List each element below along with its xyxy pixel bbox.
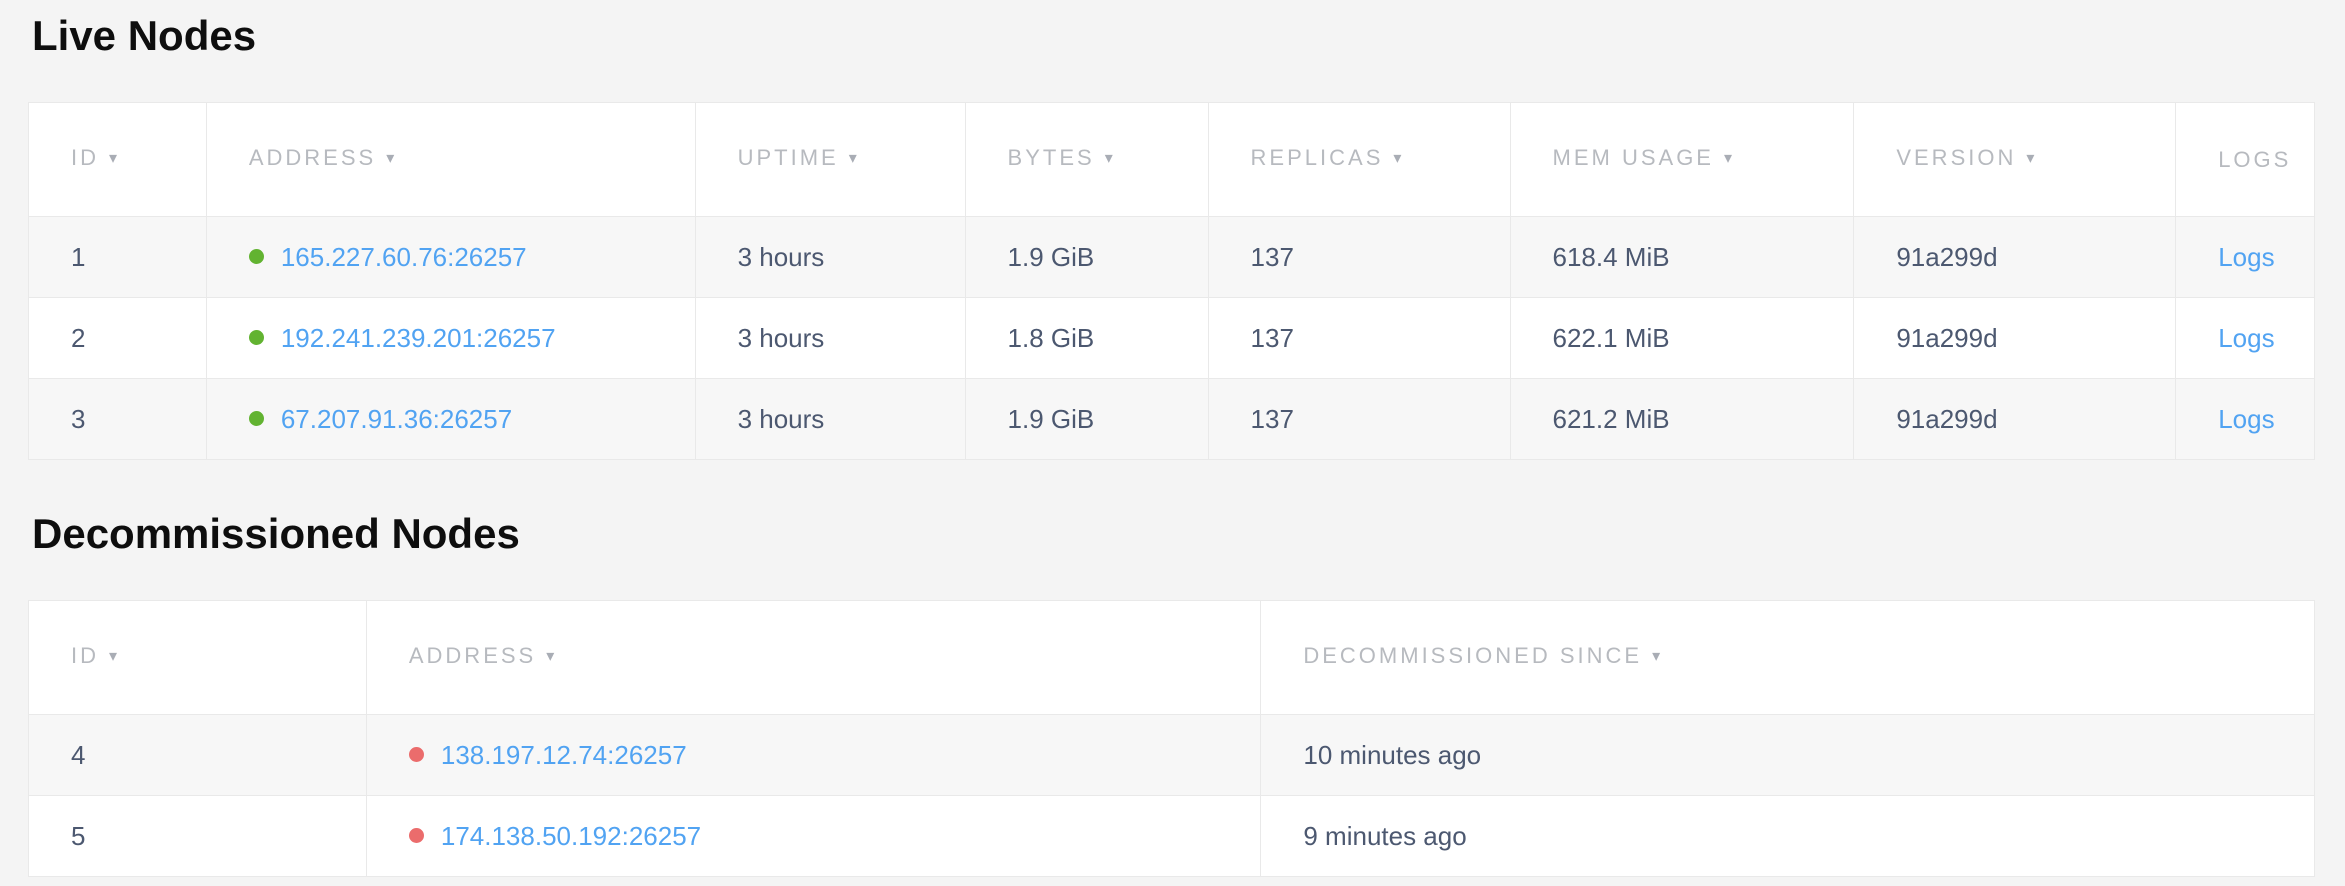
node-mem-usage-cell: 622.1 MiB xyxy=(1510,298,1854,379)
logs-link[interactable]: Logs xyxy=(2218,242,2274,272)
column-header-id[interactable]: ID ▾ xyxy=(29,601,367,715)
decommissioned-status-icon xyxy=(409,828,424,843)
node-version-cell: 91a299d xyxy=(1854,298,2176,379)
column-header-label: Version xyxy=(1896,145,2016,170)
column-header-bytes[interactable]: Bytes ▾ xyxy=(965,103,1208,217)
column-header-version[interactable]: Version ▾ xyxy=(1854,103,2176,217)
node-address-link[interactable]: 192.241.239.201:26257 xyxy=(281,323,556,353)
node-id-cell: 4 xyxy=(29,715,367,796)
node-logs-cell: Logs xyxy=(2176,217,2315,298)
column-header-label: Mem Usage xyxy=(1553,145,1714,170)
node-address-cell: 138.197.12.74:26257 xyxy=(366,715,1261,796)
table-row: 3 67.207.91.36:26257 3 hours 1.9 GiB 137… xyxy=(29,379,2315,460)
logs-link[interactable]: Logs xyxy=(2218,404,2274,434)
sort-arrow-icon: ▾ xyxy=(109,146,120,172)
column-header-label: Address xyxy=(249,145,376,170)
live-nodes-header-row: ID ▾ Address ▾ Uptime ▾ Bytes ▾ Replicas ▾ Me… xyxy=(29,103,2315,217)
decommissioned-nodes-header-row: ID ▾ Address ▾ Decommissioned Since ▾ xyxy=(29,601,2315,715)
table-row: 4 138.197.12.74:26257 10 minutes ago xyxy=(29,715,2315,796)
sort-arrow-icon: ▾ xyxy=(1105,146,1116,172)
node-address-cell: 165.227.60.76:26257 xyxy=(206,217,695,298)
sort-arrow-icon: ▾ xyxy=(109,644,120,670)
node-version-cell: 91a299d xyxy=(1854,217,2176,298)
decommissioned-nodes-title: Decommissioned Nodes xyxy=(28,510,2315,558)
sort-arrow-icon: ▾ xyxy=(1393,146,1404,172)
node-address-cell: 192.241.239.201:26257 xyxy=(206,298,695,379)
column-header-label: Decommissioned Since xyxy=(1303,643,1642,668)
column-header-label: Logs xyxy=(2218,147,2291,172)
table-row: 1 165.227.60.76:26257 3 hours 1.9 GiB 13… xyxy=(29,217,2315,298)
node-version-cell: 91a299d xyxy=(1854,379,2176,460)
live-status-icon xyxy=(249,411,264,426)
node-bytes-cell: 1.9 GiB xyxy=(965,379,1208,460)
decommissioned-status-icon xyxy=(409,747,424,762)
node-address-link[interactable]: 174.138.50.192:26257 xyxy=(441,821,701,851)
node-logs-cell: Logs xyxy=(2176,298,2315,379)
node-replicas-cell: 137 xyxy=(1208,298,1510,379)
sort-arrow-icon: ▾ xyxy=(849,146,860,172)
sort-arrow-icon: ▾ xyxy=(1724,146,1735,172)
column-header-logs: Logs xyxy=(2176,103,2315,217)
node-address-link[interactable]: 165.227.60.76:26257 xyxy=(281,242,527,272)
column-header-label: ID xyxy=(71,643,99,668)
column-header-label: ID xyxy=(71,145,99,170)
node-mem-usage-cell: 618.4 MiB xyxy=(1510,217,1854,298)
node-uptime-cell: 3 hours xyxy=(695,217,965,298)
column-header-mem-usage[interactable]: Mem Usage ▾ xyxy=(1510,103,1854,217)
node-mem-usage-cell: 621.2 MiB xyxy=(1510,379,1854,460)
node-bytes-cell: 1.8 GiB xyxy=(965,298,1208,379)
decommissioned-nodes-table: ID ▾ Address ▾ Decommissioned Since ▾ 4 138… xyxy=(28,600,2315,877)
column-header-label: Replicas xyxy=(1251,145,1384,170)
decommissioned-since-cell: 10 minutes ago xyxy=(1261,715,2315,796)
node-address-cell: 174.138.50.192:26257 xyxy=(366,796,1261,877)
column-header-address[interactable]: Address ▾ xyxy=(366,601,1261,715)
table-row: 2 192.241.239.201:26257 3 hours 1.8 GiB … xyxy=(29,298,2315,379)
live-status-icon xyxy=(249,249,264,264)
live-status-icon xyxy=(249,330,264,345)
column-header-decommissioned-since[interactable]: Decommissioned Since ▾ xyxy=(1261,601,2315,715)
node-address-link[interactable]: 67.207.91.36:26257 xyxy=(281,404,512,434)
node-id-cell: 5 xyxy=(29,796,367,877)
table-row: 5 174.138.50.192:26257 9 minutes ago xyxy=(29,796,2315,877)
node-address-cell: 67.207.91.36:26257 xyxy=(206,379,695,460)
decommissioned-since-cell: 9 minutes ago xyxy=(1261,796,2315,877)
nodes-page: Live Nodes ID ▾ Address ▾ Uptime ▾ Bytes ▾ xyxy=(0,12,2345,877)
sort-arrow-icon: ▾ xyxy=(2026,146,2037,172)
node-id-cell: 2 xyxy=(29,298,207,379)
sort-arrow-icon: ▾ xyxy=(546,644,557,670)
sort-arrow-icon: ▾ xyxy=(1652,644,1663,670)
node-logs-cell: Logs xyxy=(2176,379,2315,460)
node-replicas-cell: 137 xyxy=(1208,379,1510,460)
node-replicas-cell: 137 xyxy=(1208,217,1510,298)
node-address-link[interactable]: 138.197.12.74:26257 xyxy=(441,740,687,770)
node-uptime-cell: 3 hours xyxy=(695,298,965,379)
node-id-cell: 1 xyxy=(29,217,207,298)
logs-link[interactable]: Logs xyxy=(2218,323,2274,353)
node-uptime-cell: 3 hours xyxy=(695,379,965,460)
live-nodes-table: ID ▾ Address ▾ Uptime ▾ Bytes ▾ Replicas ▾ Me… xyxy=(28,102,2315,460)
column-header-replicas[interactable]: Replicas ▾ xyxy=(1208,103,1510,217)
column-header-uptime[interactable]: Uptime ▾ xyxy=(695,103,965,217)
live-nodes-title: Live Nodes xyxy=(28,12,2315,60)
column-header-id[interactable]: ID ▾ xyxy=(29,103,207,217)
column-header-label: Bytes xyxy=(1008,145,1095,170)
column-header-label: Address xyxy=(409,643,536,668)
node-id-cell: 3 xyxy=(29,379,207,460)
column-header-address[interactable]: Address ▾ xyxy=(206,103,695,217)
column-header-label: Uptime xyxy=(738,145,839,170)
node-bytes-cell: 1.9 GiB xyxy=(965,217,1208,298)
sort-arrow-icon: ▾ xyxy=(386,146,397,172)
